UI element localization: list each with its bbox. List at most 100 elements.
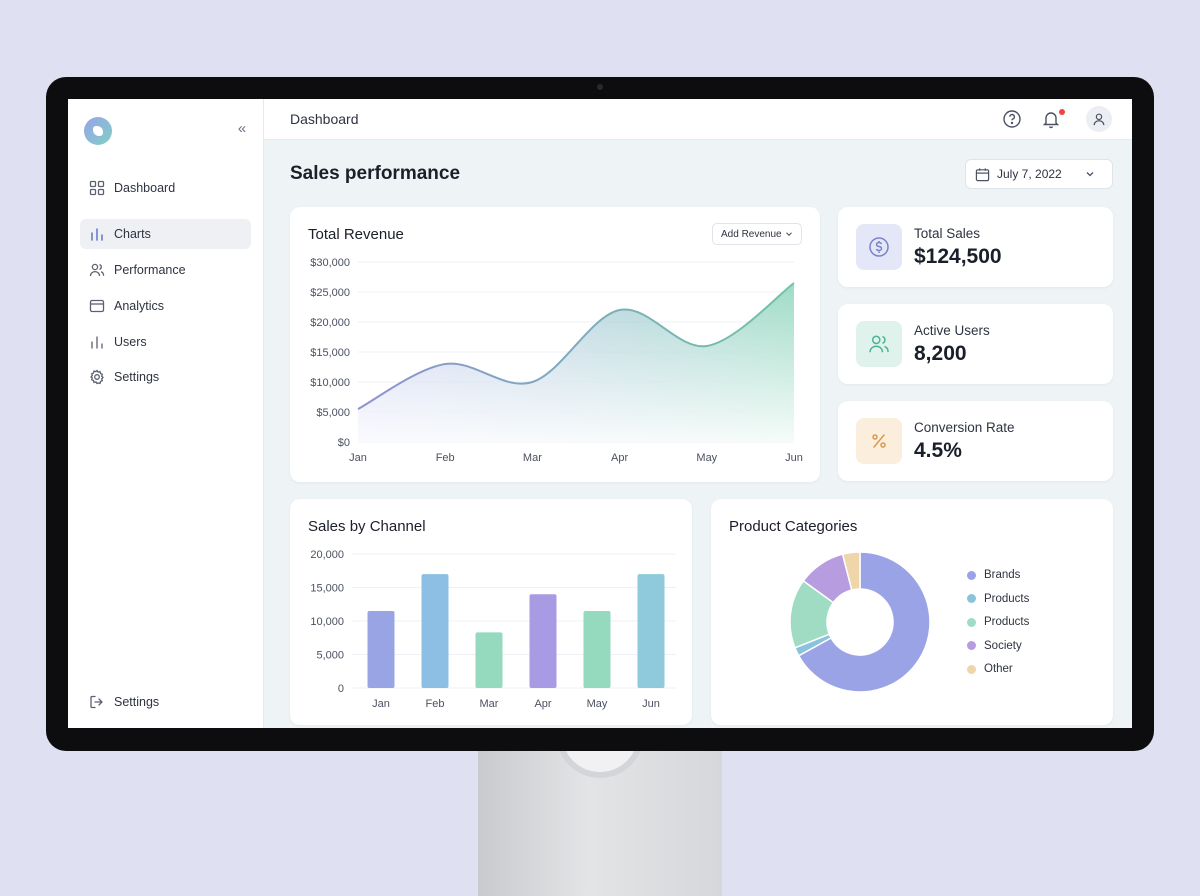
stat-value: 4.5% bbox=[914, 439, 962, 462]
bar bbox=[583, 610, 611, 688]
bar bbox=[475, 632, 503, 688]
bar-chart-icon bbox=[91, 228, 103, 241]
stat-label: Conversion Rate bbox=[914, 420, 1015, 435]
revenue-area-fade bbox=[358, 283, 794, 442]
y-tick-label: $0 bbox=[338, 437, 350, 449]
app-logo[interactable] bbox=[84, 117, 112, 145]
users-icon bbox=[869, 335, 889, 353]
legend-item: Products bbox=[967, 593, 1029, 605]
x-tick-label: Jan bbox=[372, 698, 390, 710]
x-tick-label: Jun bbox=[642, 698, 660, 710]
x-tick-label: Jan bbox=[349, 452, 367, 464]
y-tick-label: $5,000 bbox=[316, 407, 350, 419]
sidebar-item-performance[interactable]: Performance bbox=[80, 255, 251, 285]
sidebar-item-label: Analytics bbox=[114, 299, 165, 313]
legend-label: Society bbox=[984, 639, 1022, 652]
sidebar: « Dashboard Charts Performance Analytics… bbox=[68, 99, 264, 728]
top-bar: Dashboard bbox=[264, 99, 1132, 140]
page-breadcrumb: Dashboard bbox=[290, 111, 359, 127]
y-tick-label: $20,000 bbox=[310, 317, 350, 329]
sidebar-item-label: Performance bbox=[114, 263, 186, 277]
bar bbox=[421, 574, 449, 688]
stat-icon-box bbox=[856, 418, 902, 464]
main-content: Dashboard Sales performance July 7, 2022… bbox=[264, 99, 1132, 728]
sidebar-item-label: Dashboard bbox=[114, 181, 176, 195]
x-tick-label: Jun bbox=[785, 452, 803, 464]
bar bbox=[529, 594, 557, 688]
x-tick-label: Apr bbox=[534, 698, 551, 710]
sidebar-item-label: Settings bbox=[114, 370, 160, 384]
avatar[interactable] bbox=[1086, 106, 1112, 132]
sales-bar-chart: 0 5,000 10,000 15,000 20,000 Jan Feb Mar Apr May J… bbox=[310, 549, 676, 710]
y-tick-label: 0 bbox=[338, 683, 344, 695]
sidebar-item-dashboard[interactable]: Dashboard bbox=[80, 173, 251, 203]
x-tick-label: Mar bbox=[523, 452, 542, 464]
legend-label: Other bbox=[984, 663, 1013, 675]
x-tick-label: May bbox=[587, 698, 608, 710]
sidebar-item-label: Users bbox=[114, 335, 147, 349]
y-tick-label: $15,000 bbox=[310, 347, 350, 359]
product-categories-card: Product Categories Brands Products Product… bbox=[711, 499, 1113, 725]
x-tick-label: Feb bbox=[436, 452, 455, 464]
webcam bbox=[597, 84, 603, 90]
date-picker[interactable]: July 7, 2022 bbox=[965, 159, 1113, 189]
legend-swatch bbox=[967, 664, 976, 674]
chevron-down-icon bbox=[1086, 172, 1094, 177]
sidebar-item-charts[interactable]: Charts bbox=[80, 219, 251, 249]
legend-swatch bbox=[967, 617, 976, 627]
y-tick-label: $10,000 bbox=[310, 377, 350, 389]
sidebar-item-settings[interactable]: Settings bbox=[80, 362, 251, 392]
y-tick-label: $25,000 bbox=[310, 287, 350, 299]
total-revenue-card: Total Revenue Add Revenue $0 $5,000 $10,00… bbox=[290, 207, 820, 482]
legend-swatch bbox=[967, 570, 976, 580]
percent-icon bbox=[872, 434, 886, 448]
bar bbox=[367, 610, 395, 688]
stat-card-conversion-rate: Conversion Rate 4.5% bbox=[838, 401, 1113, 481]
legend-item: Brands bbox=[967, 569, 1020, 581]
notification-badge bbox=[1059, 109, 1065, 115]
stat-label: Total Sales bbox=[914, 226, 981, 241]
categories-donut-chart bbox=[789, 551, 931, 693]
sidebar-item-analytics[interactable]: Analytics bbox=[80, 291, 251, 321]
sidebar-item-users[interactable]: Users bbox=[80, 327, 251, 357]
sidebar-item-label: Settings bbox=[114, 695, 160, 709]
legend-item: Products bbox=[967, 616, 1029, 628]
y-tick-label: 20,000 bbox=[310, 549, 344, 561]
bar-chart-icon bbox=[91, 336, 103, 349]
legend-swatch bbox=[967, 594, 976, 603]
stat-icon-box bbox=[856, 224, 902, 270]
y-tick-label: 5,000 bbox=[316, 650, 344, 662]
bar bbox=[637, 574, 665, 688]
screen: « Dashboard Charts Performance Analytics… bbox=[68, 99, 1132, 728]
legend-label: Products bbox=[984, 592, 1030, 605]
calendar-icon bbox=[975, 167, 990, 181]
y-tick-label: 10,000 bbox=[310, 616, 344, 628]
stat-icon-box bbox=[856, 321, 902, 367]
user-icon bbox=[1093, 113, 1105, 126]
sidebar-footer-settings[interactable]: Settings bbox=[80, 687, 251, 717]
x-tick-label: Mar bbox=[480, 698, 499, 710]
sales-by-channel-card: Sales by Channel 0 5,000 10,000 15,000 20,00… bbox=[290, 499, 692, 725]
stat-card-total-sales: Total Sales $124,500 bbox=[838, 207, 1113, 287]
grid-icon bbox=[89, 180, 105, 196]
y-tick-label: 15,000 bbox=[310, 583, 344, 595]
stat-label: Active Users bbox=[914, 323, 990, 338]
legend-item: Other bbox=[967, 663, 1013, 675]
sidebar-item-label: Charts bbox=[114, 227, 151, 241]
date-value: July 7, 2022 bbox=[997, 167, 1062, 181]
stat-value: 8,200 bbox=[914, 342, 967, 365]
bell-icon[interactable] bbox=[1041, 109, 1061, 129]
dollar-icon bbox=[869, 237, 889, 257]
gear-icon bbox=[90, 369, 104, 385]
browser-icon bbox=[89, 299, 105, 313]
revenue-area-chart: $0 $5,000 $10,000 $15,000 $20,000 $25,000 $30,… bbox=[310, 257, 803, 464]
legend-swatch bbox=[967, 641, 976, 650]
stat-value: $124,500 bbox=[914, 245, 1002, 268]
help-icon[interactable] bbox=[1002, 109, 1022, 129]
y-tick-label: $30,000 bbox=[310, 257, 350, 269]
legend-label: Brands bbox=[984, 569, 1021, 581]
page-title: Sales performance bbox=[290, 163, 461, 184]
legend-item: Society bbox=[967, 640, 1022, 652]
x-tick-label: Feb bbox=[426, 698, 445, 710]
collapse-sidebar-icon[interactable]: « bbox=[234, 121, 250, 137]
